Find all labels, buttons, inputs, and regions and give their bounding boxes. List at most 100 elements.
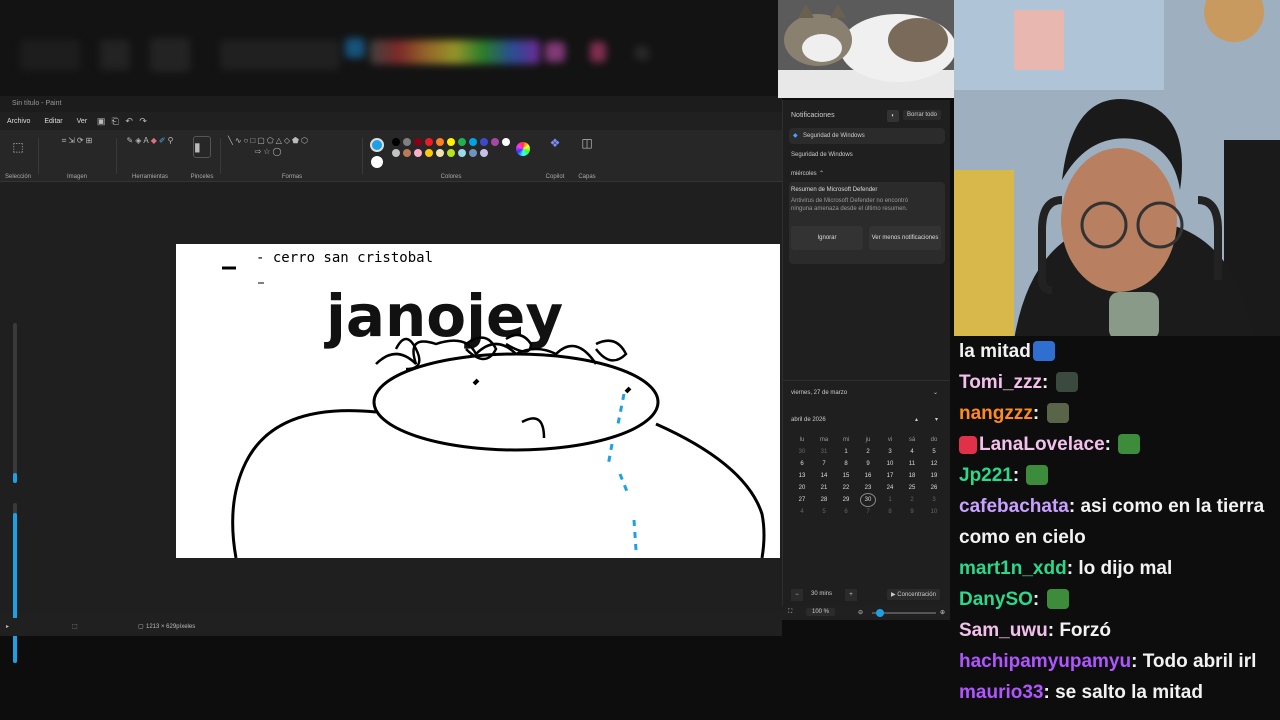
color-swatch[interactable] — [480, 138, 488, 146]
image-tool-icon[interactable]: ⊞ — [86, 136, 93, 146]
calendar-day[interactable]: 5 — [813, 509, 835, 515]
color-palette[interactable] — [392, 138, 510, 157]
redo-icon[interactable]: ↷ — [136, 116, 150, 127]
calendar-day[interactable]: 4 — [901, 449, 923, 455]
ribbon-group-imagen[interactable]: ⌗ ⇲ ⟳ ⊞ Imagen — [42, 134, 112, 180]
ribbon-group-herramientas[interactable]: ✎ ◈ A ◆ ✐ ⚲ Herramientas — [120, 134, 180, 180]
calendar-day[interactable]: 24 — [879, 485, 901, 491]
color-swatch[interactable] — [458, 149, 466, 157]
calendar-day[interactable]: 27 — [791, 497, 813, 503]
fit-screen-icon[interactable]: ⛶ — [788, 609, 792, 616]
color-swatch[interactable] — [414, 149, 422, 157]
brush-icon[interactable]: ▮ — [193, 136, 211, 158]
save-icon[interactable]: ▣ — [94, 116, 108, 127]
zoom-slider[interactable] — [872, 609, 936, 617]
menu-editar[interactable]: Editar — [37, 118, 69, 125]
resize-icon[interactable]: ⇲ — [68, 136, 75, 146]
focus-start-button[interactable]: ▶ Concentración — [887, 589, 940, 600]
ribbon-group-colores[interactable]: Colores — [366, 134, 536, 180]
rotate-icon[interactable]: ⟳ — [77, 136, 84, 146]
chat-username[interactable]: Jp221 — [959, 465, 1013, 486]
calendar-day[interactable]: 1 — [879, 497, 901, 503]
show-less-button[interactable]: Ver menos notificaciones — [869, 226, 941, 250]
calendar-day[interactable]: 30 — [791, 449, 813, 455]
calendar-day[interactable]: 19 — [923, 473, 945, 479]
copilot-icon[interactable]: ❖ — [550, 136, 561, 150]
calendar-day[interactable]: 5 — [923, 449, 945, 455]
calendar-day[interactable]: 28 — [813, 497, 835, 503]
color-swatch[interactable] — [436, 149, 444, 157]
color-swatch[interactable] — [392, 149, 400, 157]
calendar-day[interactable]: 17 — [879, 473, 901, 479]
calendar-day[interactable]: 15 — [835, 473, 857, 479]
selection-icon[interactable]: ⬚ — [12, 140, 23, 154]
calendar-day[interactable]: 4 — [791, 509, 813, 515]
calendar-day[interactable]: 7 — [813, 461, 835, 467]
calendar-day[interactable]: 7 — [857, 509, 879, 515]
calendar-day[interactable]: 30 — [860, 493, 876, 507]
calendar-day[interactable]: 3 — [879, 449, 901, 455]
secondary-color[interactable] — [371, 156, 383, 168]
zoom-level[interactable]: 100 % — [806, 608, 836, 616]
calendar-day[interactable]: 8 — [835, 461, 857, 467]
calendar-day[interactable]: 6 — [791, 461, 813, 467]
undo-icon[interactable]: ↶ — [122, 116, 136, 127]
color-picker-icon[interactable]: ✐ — [159, 136, 166, 145]
crop-icon[interactable]: ⌗ — [62, 136, 67, 146]
chat-username[interactable]: maurio33 — [959, 682, 1043, 703]
menu-archivo[interactable]: Archivo — [0, 118, 37, 125]
chat-username[interactable]: hachipamyupamyu — [959, 651, 1131, 672]
ribbon-group-seleccion[interactable]: ⬚ Selección — [0, 134, 36, 180]
share-icon[interactable]: ⎗ — [108, 116, 122, 127]
chat-username[interactable]: Tomi_zzz — [959, 372, 1042, 393]
eraser-icon[interactable]: ◆ — [151, 136, 157, 145]
chat-username[interactable]: nangzzz — [959, 403, 1033, 424]
menu-ver[interactable]: Ver — [70, 118, 95, 125]
calendar-day[interactable]: 9 — [901, 509, 923, 515]
color-swatch[interactable] — [469, 138, 477, 146]
chevron-up-icon[interactable]: ⌃ — [819, 170, 824, 177]
color-swatch[interactable] — [403, 138, 411, 146]
ribbon-group-copilot[interactable]: ❖ Copilot — [540, 134, 570, 180]
fill-icon[interactable]: ◈ — [135, 136, 141, 145]
zoom-in-icon[interactable]: ⊕ — [940, 609, 945, 616]
calendar-day[interactable]: 14 — [813, 473, 835, 479]
color-swatch[interactable] — [436, 138, 444, 146]
calendar-day[interactable]: 20 — [791, 485, 813, 491]
calendar-day[interactable]: 22 — [835, 485, 857, 491]
color-swatch[interactable] — [447, 138, 455, 146]
focus-icon[interactable]: ◐ — [887, 110, 899, 122]
calendar-day[interactable]: 2 — [857, 449, 879, 455]
magnifier-icon[interactable]: ⚲ — [168, 136, 174, 145]
primary-color[interactable] — [370, 138, 384, 152]
pencil-icon[interactable]: ✎ — [127, 136, 134, 145]
calendar-day[interactable]: 21 — [813, 485, 835, 491]
calendar-day[interactable]: 23 — [857, 485, 879, 491]
chat-username[interactable]: LanaLovelace — [979, 434, 1105, 455]
opacity-slider[interactable] — [13, 503, 17, 663]
calendar-day[interactable]: 10 — [879, 461, 901, 467]
calendar-day[interactable]: 3 — [923, 497, 945, 503]
calendar-day[interactable]: 2 — [901, 497, 923, 503]
layers-icon[interactable]: ◫ — [581, 136, 592, 150]
zoom-out-icon[interactable]: ⊖ — [858, 609, 863, 616]
calendar-day[interactable]: 25 — [901, 485, 923, 491]
decrease-focus-icon[interactable]: − — [791, 589, 803, 601]
notification-group[interactable]: ◆ Seguridad de Windows — [789, 128, 945, 144]
ribbon-group-formas[interactable]: ╲ ∿ ○ □ ▢ ⬠ △ ◇ ⬟ ⬡ ⇨ ☆ ◯ Formas — [224, 134, 360, 180]
color-swatch[interactable] — [447, 149, 455, 157]
calendar-day[interactable]: 8 — [879, 509, 901, 515]
calendar-day[interactable]: 18 — [901, 473, 923, 479]
chat-username[interactable]: Sam_uwu — [959, 620, 1048, 641]
calendar-day[interactable]: 13 — [791, 473, 813, 479]
calendar-day[interactable]: 31 — [813, 449, 835, 455]
color-swatch[interactable] — [491, 138, 499, 146]
collapse-chevron-icon[interactable]: ⌄ — [933, 389, 938, 396]
increase-focus-icon[interactable]: + — [845, 589, 857, 601]
ignore-button[interactable]: Ignorar — [791, 226, 863, 250]
color-swatch[interactable] — [469, 149, 477, 157]
defender-notification[interactable]: Resumen de Microsoft Defender Antivirus … — [789, 182, 945, 264]
calendar-day[interactable]: 11 — [901, 461, 923, 467]
color-swatch[interactable] — [392, 138, 400, 146]
color-swatch[interactable] — [403, 149, 411, 157]
